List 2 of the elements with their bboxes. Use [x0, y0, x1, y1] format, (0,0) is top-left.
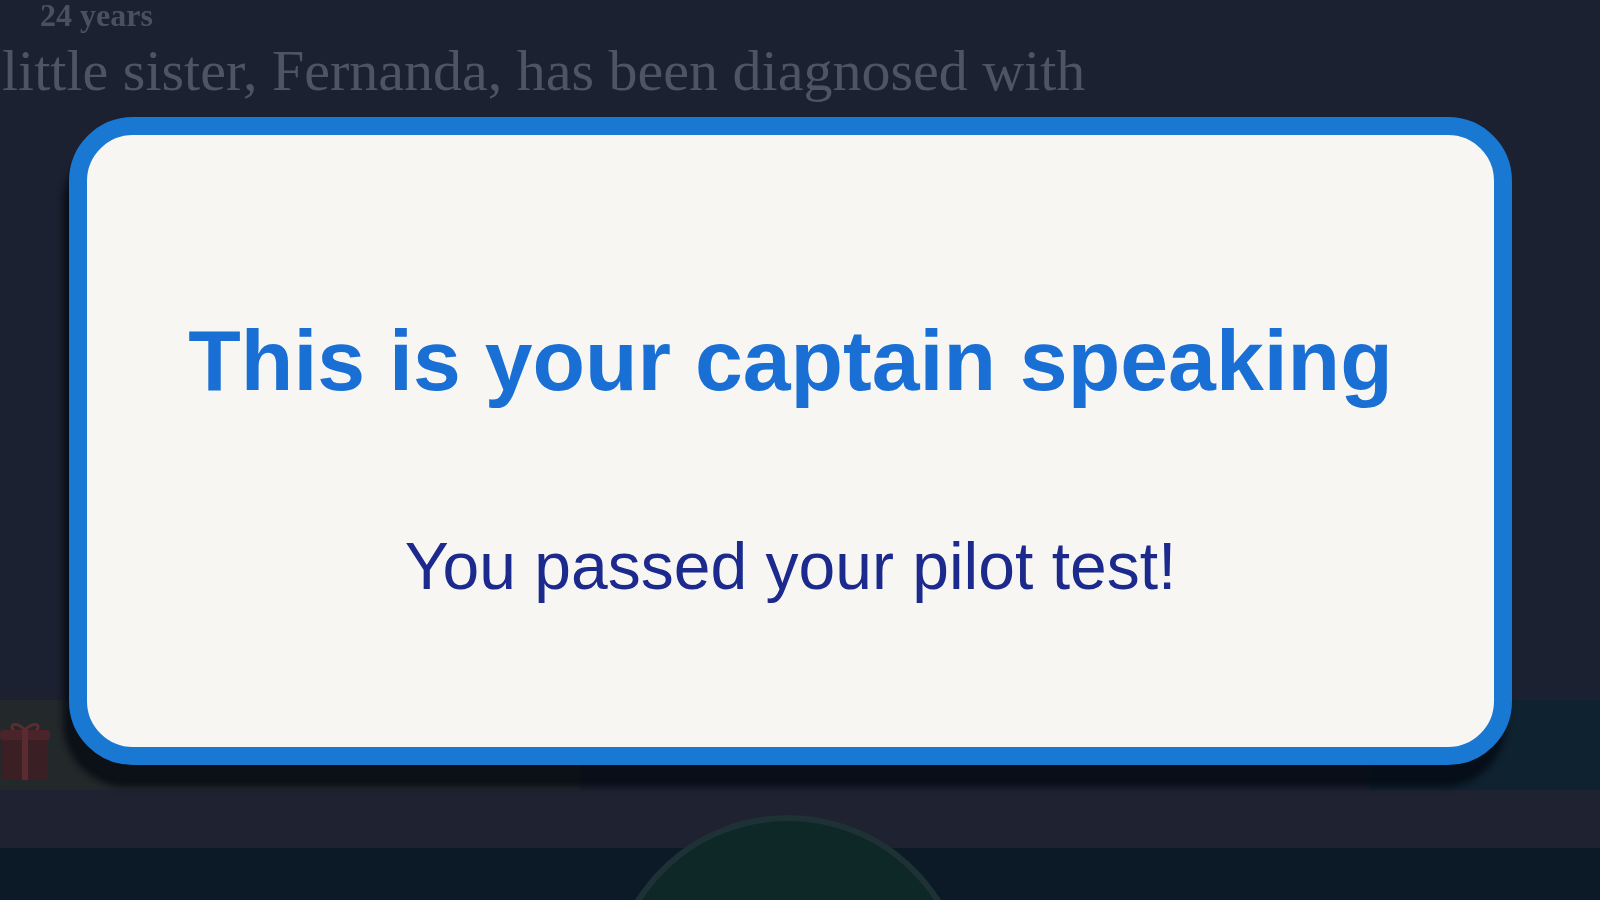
gift-icon: [0, 722, 50, 782]
dialog-message: You passed your pilot test!: [404, 531, 1177, 601]
